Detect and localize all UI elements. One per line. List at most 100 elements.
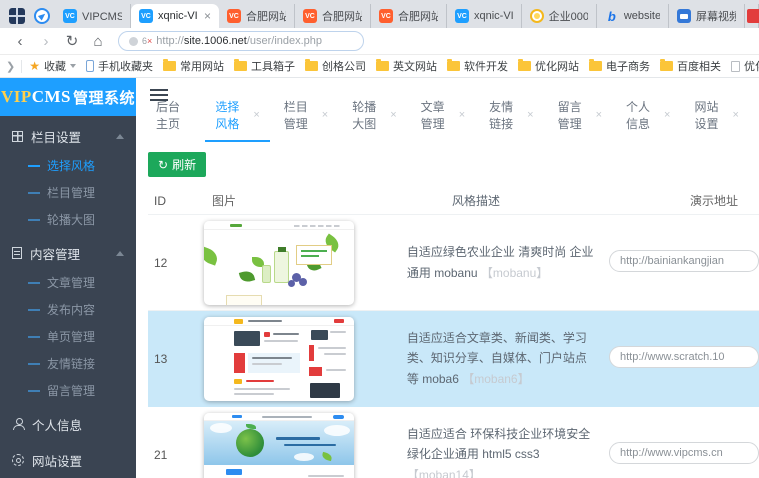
sidebar-item-column-manage[interactable]: 栏目管理	[0, 179, 136, 206]
ws-tab-links[interactable]: 友情链接×	[479, 98, 543, 142]
header-id: ID	[148, 194, 204, 208]
browser-tab-vipcms[interactable]: VCVIPCMS管	[55, 4, 131, 28]
ws-tab-messages[interactable]: 留言管理×	[548, 98, 612, 142]
browser-tab-hefei-2[interactable]: VC合肥网站	[295, 4, 371, 28]
bookmark-folder-6[interactable]: 优化网站	[515, 58, 582, 74]
folder-icon	[518, 61, 531, 71]
close-icon[interactable]: ×	[733, 109, 739, 121]
close-icon[interactable]: ×	[596, 109, 602, 121]
ws-tab-article[interactable]: 文章管理×	[411, 98, 475, 142]
site-info-icon[interactable]	[129, 37, 138, 46]
close-icon[interactable]: ×	[322, 109, 328, 121]
ws-tab-personal[interactable]: 个人信息×	[616, 98, 680, 142]
bookmarks-panel-toggle[interactable]: ❯	[6, 60, 22, 73]
style-thumbnail-eco-enterprise[interactable]	[204, 413, 354, 478]
sidebar-item-personal-info[interactable]: 个人信息	[0, 408, 136, 440]
forward-button[interactable]: ›	[34, 30, 58, 52]
pinned-tab-compass[interactable]	[30, 4, 56, 28]
close-icon[interactable]: ×	[527, 109, 533, 121]
refresh-list-button[interactable]: ↻刷新	[148, 152, 206, 177]
refresh-button[interactable]: ↻	[60, 30, 84, 52]
sidebar-item-site-settings[interactable]: 网站设置	[0, 444, 136, 476]
folder-icon	[447, 61, 460, 71]
demo-url-pill[interactable]: http://www.scratch.10	[609, 346, 759, 368]
address-bar[interactable]: 6× http://site.1006.net/user/index.php	[118, 31, 364, 51]
style-thumbnail-green-health[interactable]	[204, 221, 354, 305]
bookmark-folder-7[interactable]: 电子商务	[586, 58, 653, 74]
style-tag: 【moban14】	[407, 468, 481, 478]
bookmark-folder-1[interactable]: 常用网站	[160, 58, 227, 74]
browser-tab-qiye[interactable]: 企业000	[522, 4, 597, 28]
sidebar-item-message-manage[interactable]: 留言管理	[0, 377, 136, 404]
sidebar-group-column-settings[interactable]: 栏目设置	[0, 120, 136, 152]
header-image: 图片	[204, 192, 444, 209]
folder-icon	[660, 61, 673, 71]
browser-tab-hefei-1[interactable]: VC合肥网站	[219, 4, 295, 28]
vc-favicon: VC	[227, 9, 241, 23]
chevron-up-icon	[116, 251, 124, 256]
compass-icon	[34, 8, 50, 24]
demo-url-pill[interactable]: http://www.vipcms.cn	[609, 442, 759, 464]
bookmark-phone-favorites[interactable]: 手机收藏夹	[83, 58, 156, 74]
sidebar-item-friend-links[interactable]: 友情链接	[0, 350, 136, 377]
ws-tab-select-style[interactable]: 选择风格×	[205, 98, 269, 142]
folder-icon	[376, 61, 389, 71]
row-id: 12	[148, 256, 196, 270]
ws-tab-home[interactable]: 后台主页	[146, 98, 201, 142]
folder-icon	[163, 61, 176, 71]
sidebar-item-select-style[interactable]: 选择风格	[0, 152, 136, 179]
style-tag: 【moban6】	[462, 372, 529, 386]
browser-tab-hefei-3[interactable]: VC合肥网站	[371, 4, 447, 28]
red-favicon	[747, 9, 759, 23]
browser-tab-screen-video[interactable]: 屏幕视频	[669, 4, 745, 28]
sidebar-group-content-manage[interactable]: 内容管理	[0, 237, 136, 269]
back-button[interactable]: ‹	[8, 30, 32, 52]
bookmarks-bar: ❯ ★收藏 手机收藏夹 常用网站 工具箱子 创格公司 英文网站 软件开发 优化网…	[0, 55, 759, 78]
bookmark-folder-8[interactable]: 百度相关	[657, 58, 724, 74]
header-demo-url: 演示地址	[676, 192, 759, 209]
table-row-selected: 13	[148, 311, 759, 407]
bookmark-folder-3[interactable]: 创格公司	[302, 58, 369, 74]
home-button[interactable]: ⌂	[86, 30, 110, 52]
sidebar-item-publish-content[interactable]: 发布内容	[0, 296, 136, 323]
browser-tab-partial[interactable]	[745, 4, 759, 28]
pinned-tab-lattice[interactable]	[4, 4, 30, 28]
grid-icon	[12, 131, 23, 142]
close-icon[interactable]: ×	[664, 109, 670, 121]
sidebar-item-carousel[interactable]: 轮播大图	[0, 206, 136, 233]
table-row: 21	[148, 407, 759, 478]
style-thumbnail-news-portal[interactable]	[204, 317, 354, 401]
adblock-badge[interactable]: 6×	[142, 36, 152, 46]
browser-tab-active-xqnic[interactable]: VCxqnic-VI×	[131, 4, 219, 28]
ws-tab-carousel[interactable]: 轮播大图×	[342, 98, 406, 142]
hamburger-menu-icon[interactable]	[150, 89, 168, 101]
ws-tab-column-manage[interactable]: 栏目管理×	[274, 98, 338, 142]
dash-icon	[28, 390, 40, 392]
row-id: 21	[148, 448, 196, 462]
bookmark-folder-4[interactable]: 英文网站	[373, 58, 440, 74]
close-icon[interactable]: ×	[459, 109, 465, 121]
gear-icon	[12, 454, 24, 466]
ws-tab-site-settings[interactable]: 网站设置×	[684, 98, 748, 142]
demo-url-pill[interactable]: http://bainiankangjian	[609, 250, 759, 272]
folder-icon	[305, 61, 318, 71]
browser-tab-xqnic-2[interactable]: VCxqnic-VI	[447, 4, 522, 28]
bookmark-folder-5[interactable]: 软件开发	[444, 58, 511, 74]
close-icon[interactable]: ×	[253, 109, 259, 121]
sidebar-item-article-manage[interactable]: 文章管理	[0, 269, 136, 296]
dash-icon	[28, 336, 40, 338]
browser-tab-bar: VCVIPCMS管 VCxqnic-VI× VC合肥网站 VC合肥网站 VC合肥…	[0, 0, 759, 28]
vc-favicon: VC	[379, 9, 393, 23]
vc-favicon: VC	[139, 9, 153, 23]
close-icon[interactable]: ×	[390, 109, 396, 121]
bookmark-folder-2[interactable]: 工具箱子	[231, 58, 298, 74]
browser-tab-website[interactable]: bwebsite	[597, 4, 669, 28]
style-list-panel: ↻刷新 ID 图片 风格描述 演示地址 12	[136, 142, 759, 478]
sidebar-item-single-page[interactable]: 单页管理	[0, 323, 136, 350]
tab-close-icon[interactable]: ×	[204, 10, 211, 22]
favorites-menu[interactable]: ★收藏	[26, 58, 79, 74]
bookmark-page[interactable]: 优化网站	[728, 58, 759, 74]
document-icon	[731, 61, 740, 72]
vc-favicon: VC	[63, 9, 77, 23]
folder-icon	[589, 61, 602, 71]
